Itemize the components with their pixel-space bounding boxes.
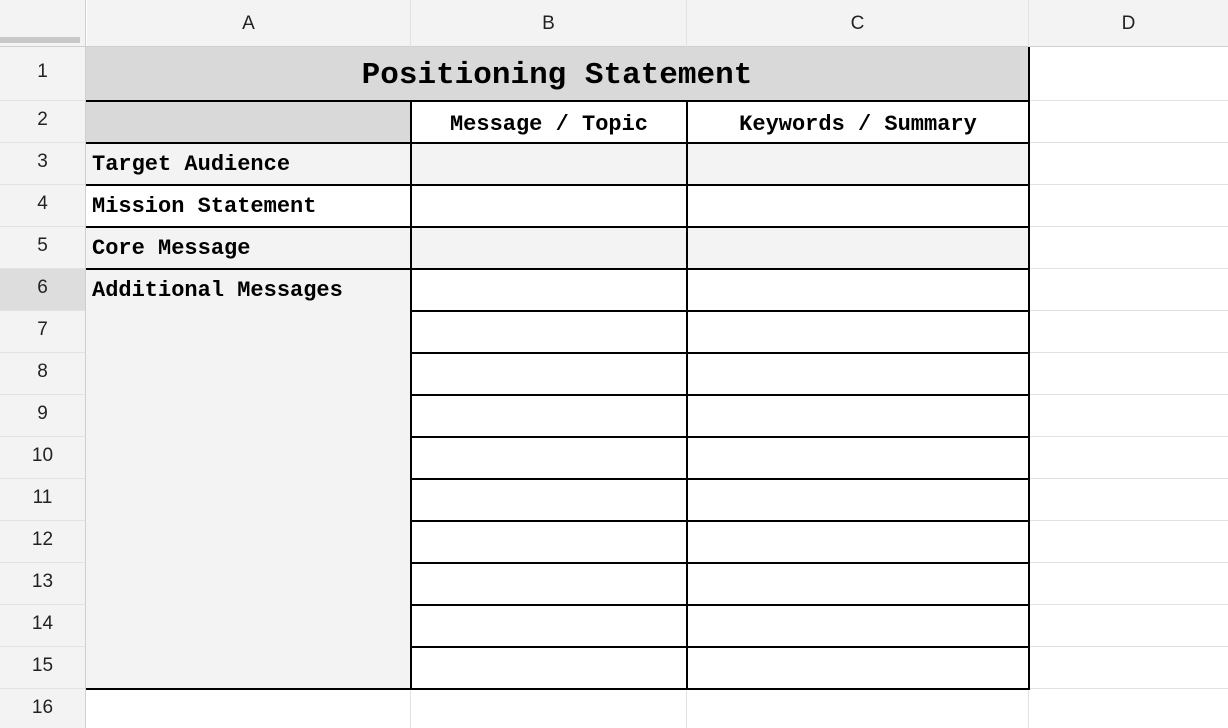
cell-d16[interactable] (1030, 690, 1228, 728)
cell-d15[interactable] (1030, 648, 1228, 688)
grid-d-row3 (1029, 184, 1228, 185)
grid-d-row5 (1029, 268, 1228, 269)
cell-d3[interactable] (1030, 144, 1228, 184)
cell-b6[interactable] (412, 270, 686, 310)
cell-d13[interactable] (1030, 564, 1228, 604)
grid-row16-ab (410, 690, 411, 728)
grid-row16-cd (1028, 690, 1029, 728)
cell-b16[interactable] (412, 690, 686, 728)
row-header-7[interactable]: 7 (0, 311, 85, 353)
grid-d-row11 (1029, 520, 1228, 521)
grid-d-row7 (1029, 352, 1228, 353)
cell-b12[interactable] (412, 522, 686, 562)
header-keywords-summary[interactable]: Keywords / Summary (688, 102, 1028, 142)
column-header-d[interactable]: D (1029, 0, 1228, 47)
cell-c16[interactable] (688, 690, 1028, 728)
label-target-audience[interactable]: Target Audience (86, 144, 410, 184)
row-header-11[interactable]: 11 (0, 479, 85, 521)
cell-a2[interactable] (87, 102, 410, 142)
row-header-13[interactable]: 13 (0, 563, 85, 605)
cell-b7[interactable] (412, 312, 686, 352)
select-all-corner-shadow (0, 37, 80, 43)
row-header-4[interactable]: 4 (0, 185, 85, 227)
cell-c7[interactable] (688, 312, 1028, 352)
row-header-2[interactable]: 2 (0, 101, 85, 143)
row-header-3[interactable]: 3 (0, 143, 85, 185)
cell-c13[interactable] (688, 564, 1028, 604)
column-header-a[interactable]: A (87, 0, 410, 47)
row-header-5[interactable]: 5 (0, 227, 85, 269)
grid-d-row8 (1029, 394, 1228, 395)
cell-b8[interactable] (412, 354, 686, 394)
cell-b14[interactable] (412, 606, 686, 646)
cell-d12[interactable] (1030, 522, 1228, 562)
cell-b9[interactable] (412, 396, 686, 436)
grid-d-row15 (1029, 688, 1228, 689)
col-header-sep-cd (1028, 0, 1029, 47)
row-header-16[interactable]: 16 (0, 689, 85, 728)
cell-d4[interactable] (1030, 186, 1228, 226)
row-header-10[interactable]: 10 (0, 437, 85, 479)
cell-c9[interactable] (688, 396, 1028, 436)
cell-c4[interactable] (688, 186, 1028, 226)
row-header-1[interactable]: 1 (0, 47, 85, 101)
cell-c11[interactable] (688, 480, 1028, 520)
cell-c15[interactable] (688, 648, 1028, 688)
grid-d-row6 (1029, 310, 1228, 311)
cell-c14[interactable] (688, 606, 1028, 646)
cell-d6[interactable] (1030, 270, 1228, 310)
cell-b3[interactable] (412, 144, 686, 184)
sheet-title-cell[interactable]: Positioning Statement (86, 49, 1028, 101)
cell-b4[interactable] (412, 186, 686, 226)
grid-row16-bc (686, 690, 687, 728)
cell-c6[interactable] (688, 270, 1028, 310)
cell-b11[interactable] (412, 480, 686, 520)
cell-c8[interactable] (688, 354, 1028, 394)
cell-d14[interactable] (1030, 606, 1228, 646)
grid-d-row2 (1029, 142, 1228, 143)
cell-d10[interactable] (1030, 438, 1228, 478)
cell-d11[interactable] (1030, 480, 1228, 520)
row-header-9[interactable]: 9 (0, 395, 85, 437)
cell-d5[interactable] (1030, 228, 1228, 268)
label-core-message[interactable]: Core Message (86, 228, 410, 268)
grid-d-row10 (1029, 478, 1228, 479)
row-header-14[interactable]: 14 (0, 605, 85, 647)
cell-b10[interactable] (412, 438, 686, 478)
cell-c10[interactable] (688, 438, 1028, 478)
grid-d-row13 (1029, 604, 1228, 605)
row-header-8[interactable]: 8 (0, 353, 85, 395)
column-header-b[interactable]: B (411, 0, 686, 47)
cell-d9[interactable] (1030, 396, 1228, 436)
col-header-sep-bc (686, 0, 687, 47)
cell-d7[interactable] (1030, 312, 1228, 352)
label-mission-statement[interactable]: Mission Statement (86, 186, 410, 226)
cell-b5[interactable] (412, 228, 686, 268)
row-header-15[interactable]: 15 (0, 647, 85, 689)
cell-c3[interactable] (688, 144, 1028, 184)
cell-d8[interactable] (1030, 354, 1228, 394)
cell-b15[interactable] (412, 648, 686, 688)
grid-d-row9 (1029, 436, 1228, 437)
grid-d-row1 (1029, 100, 1228, 101)
label-additional-messages[interactable]: Additional Messages (86, 270, 410, 312)
grid-d-row4 (1029, 226, 1228, 227)
column-header-c[interactable]: C (687, 0, 1028, 47)
cell-c5[interactable] (688, 228, 1028, 268)
cell-c12[interactable] (688, 522, 1028, 562)
grid-d-row12 (1029, 562, 1228, 563)
row-header-6[interactable]: 6 (0, 269, 85, 311)
grid-d-row14 (1029, 646, 1228, 647)
row-header-12[interactable]: 12 (0, 521, 85, 563)
a-merged-fill (86, 269, 411, 689)
col-header-sep-ab (410, 0, 411, 47)
cell-b13[interactable] (412, 564, 686, 604)
header-message-topic[interactable]: Message / Topic (412, 102, 686, 142)
